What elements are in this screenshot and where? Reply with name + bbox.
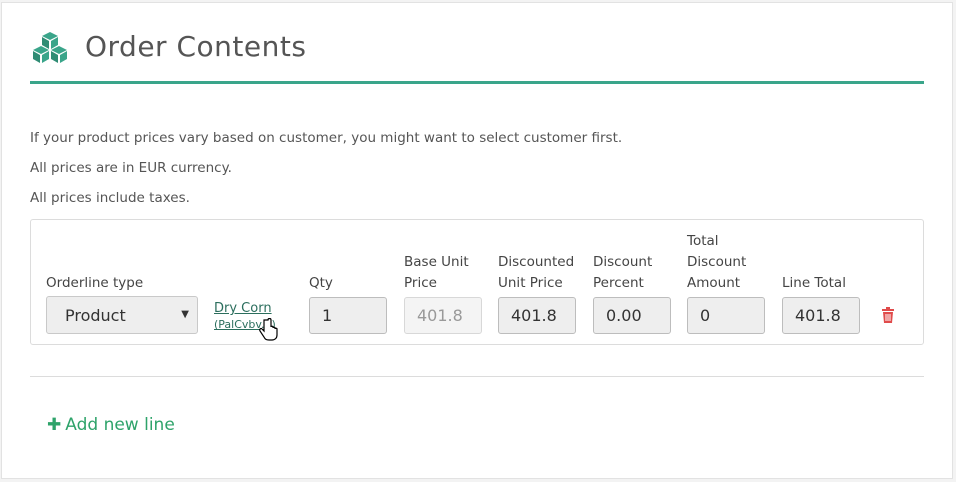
- col-label-line: Percent: [593, 275, 644, 291]
- col-label-line: Price: [404, 275, 437, 291]
- col-label-line: Amount: [687, 275, 741, 291]
- info-customer-note: If your product prices vary based on cus…: [30, 130, 623, 146]
- total-discount-amount-input[interactable]: 0: [687, 297, 765, 334]
- col-label-line: Discounted: [498, 254, 575, 270]
- info-tax-note: All prices include taxes.: [30, 190, 190, 206]
- discounted-unit-price-input[interactable]: 401.8: [498, 297, 576, 334]
- orderline-type-select[interactable]: Product ▼: [46, 296, 198, 334]
- info-currency-note: All prices are in EUR currency.: [30, 160, 232, 176]
- col-label-line: Unit Price: [498, 275, 563, 291]
- discount-percent-input[interactable]: 0.00: [593, 297, 671, 334]
- col-discount-percent: Discount Percent: [593, 252, 652, 294]
- orderline-type-value: Product: [65, 306, 126, 325]
- dropdown-arrow-icon: ▼: [181, 309, 189, 320]
- trash-icon[interactable]: [881, 307, 895, 323]
- base-unit-price-input: 401.8: [404, 297, 482, 334]
- product-name-link[interactable]: Dry Corn: [214, 301, 272, 316]
- add-new-line-label: Add new line: [65, 415, 175, 435]
- boxes-icon: [33, 32, 67, 63]
- col-label-line: Discount: [593, 254, 653, 270]
- col-discounted-unit-price: Discounted Unit Price: [498, 252, 574, 294]
- col-base-unit-price: Base Unit Price: [404, 252, 469, 294]
- col-label-line: Base Unit: [404, 254, 469, 270]
- discounted-unit-price-value: 401.8: [511, 306, 557, 325]
- col-total-discount-amount: Total Discount Amount: [687, 231, 746, 294]
- section-header: Order Contents: [30, 26, 924, 84]
- qty-value: 1: [322, 306, 333, 325]
- col-orderline-type: Orderline type: [46, 275, 144, 291]
- qty-input[interactable]: 1: [309, 297, 387, 334]
- page-title: Order Contents: [85, 30, 307, 63]
- line-total-input[interactable]: 401.8: [782, 297, 860, 334]
- base-unit-price-value: 401.8: [417, 306, 463, 325]
- col-label-line: Discount: [687, 254, 747, 270]
- col-qty: Qty: [309, 275, 333, 291]
- col-label-line: Total: [687, 233, 719, 249]
- col-line-total: Line Total: [782, 275, 846, 291]
- divider: [30, 376, 924, 377]
- plus-icon: ✚: [47, 415, 62, 435]
- total-discount-amount-value: 0: [700, 306, 711, 325]
- hand-cursor-icon: [259, 318, 278, 341]
- line-total-value: 401.8: [795, 306, 841, 325]
- add-new-line-button[interactable]: ✚ Add new line: [47, 415, 175, 435]
- discount-percent-value: 0.00: [606, 306, 642, 325]
